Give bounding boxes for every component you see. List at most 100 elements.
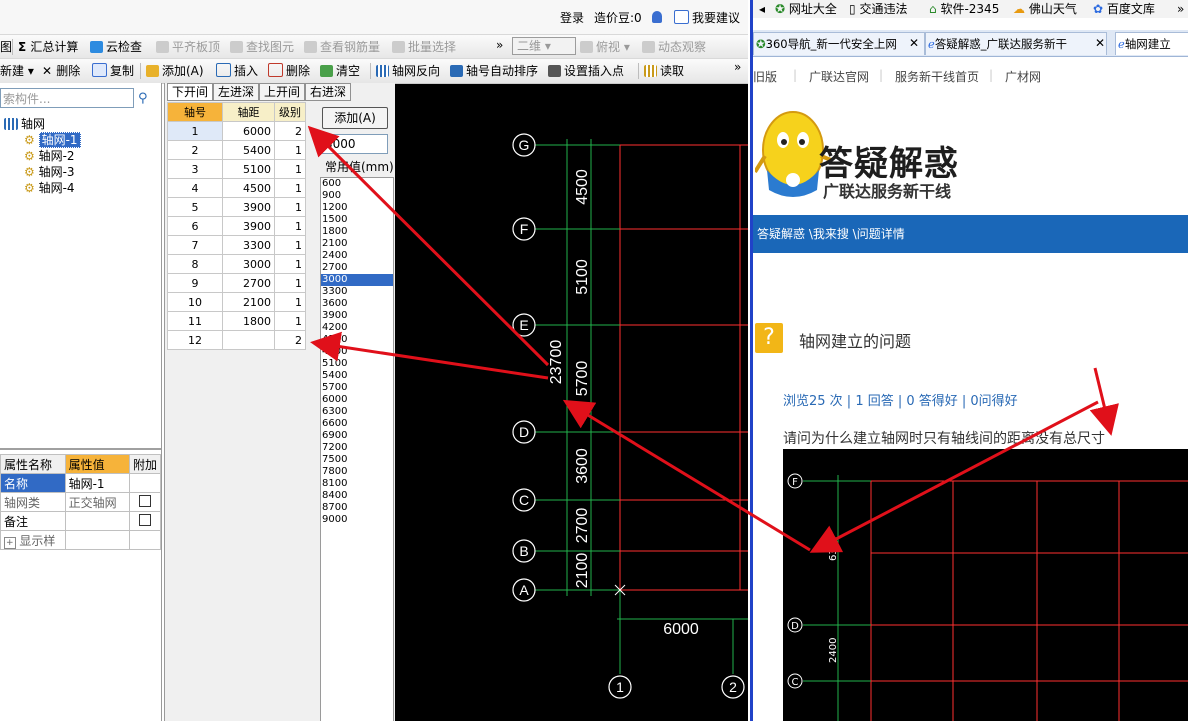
summary-calc-button[interactable]: Σ 汇总计算 [18, 39, 78, 55]
clear-button[interactable]: 清空 [320, 63, 360, 79]
axis-distance-cell[interactable]: 3300 [222, 235, 275, 255]
common-value-item[interactable]: 4200 [321, 322, 393, 334]
nav-link[interactable]: 广联达官网 [809, 68, 869, 85]
dynamic-view-button[interactable]: 动态观察 [642, 39, 706, 55]
axis-table-row[interactable]: 5 3900 1 [167, 197, 306, 217]
axis-no-cell[interactable]: 6 [167, 216, 223, 236]
expand-icon[interactable]: + [4, 536, 16, 549]
common-value-item[interactable]: 3600 [321, 298, 393, 310]
reverse-axis-button[interactable]: 轴网反向 [376, 63, 440, 79]
axis-distance-cell[interactable]: 2100 [222, 292, 275, 312]
tab-close-icon[interactable]: ✕ [909, 36, 919, 50]
tree-item[interactable]: ⚙ 轴网-1 [24, 132, 81, 148]
browser-tab[interactable]: ✪360导航_新一代安全上网 [753, 32, 925, 55]
axis-table-row[interactable]: 6 3900 1 [167, 216, 306, 236]
axis-distance-cell[interactable]: 5400 [222, 140, 275, 160]
common-value-item[interactable]: 6600 [321, 418, 393, 430]
spacing-value-input[interactable]: 3000 [322, 134, 388, 154]
property-value[interactable]: 轴网-1 [64, 473, 130, 493]
axis-table-row[interactable]: 11 1800 1 [167, 311, 306, 331]
axis-level-cell[interactable]: 2 [274, 121, 306, 141]
axis-no-cell[interactable]: 5 [167, 197, 223, 217]
login-link[interactable]: 登录 [560, 10, 584, 26]
bookmark[interactable]: ☁ 佛山天气 [1013, 0, 1077, 18]
question-stats[interactable]: 浏览25 次 | 1 回答 | 0 答得好 | 0问得好 [783, 390, 1018, 409]
common-value-item[interactable]: 7500 [321, 454, 393, 466]
axis-table-row[interactable]: 1 6000 2 [167, 121, 306, 141]
axis-table-row[interactable]: 7 3300 1 [167, 235, 306, 255]
axis-level-cell[interactable]: 1 [274, 292, 306, 312]
common-value-item[interactable]: 6300 [321, 406, 393, 418]
search-icon[interactable]: ⚲ [138, 91, 148, 106]
axis-distance-cell[interactable]: 1800 [222, 311, 275, 331]
axis-table-row[interactable]: 9 2700 1 [167, 273, 306, 293]
bookmark[interactable]: ✪ 网址大全 [775, 0, 837, 18]
common-value-item[interactable]: 1200 [321, 202, 393, 214]
axis-no-cell[interactable]: 1 [167, 121, 223, 141]
browser-tab-active[interactable]: ℯ轴网建立 [1115, 32, 1188, 55]
common-value-item[interactable]: 6900 [321, 430, 393, 442]
axis-no-cell[interactable]: 7 [167, 235, 223, 255]
bookmark-more-button[interactable]: » [1177, 0, 1184, 18]
common-values-list[interactable]: 600 900 1200 1500 1800 2100 2400 2700 3000 3300 36… [320, 177, 394, 721]
common-value-item[interactable]: 7200 [321, 442, 393, 454]
new-button[interactable]: 新建 ▾ [0, 63, 34, 79]
axis-distance-cell[interactable]: 2700 [222, 273, 275, 293]
axis-no-cell[interactable]: 3 [167, 159, 223, 179]
axis-level-cell[interactable]: 1 [274, 140, 306, 160]
flush-slab-button[interactable]: 平齐板顶 [156, 39, 220, 55]
tab-right-depth[interactable]: 右进深 [305, 83, 351, 101]
axis-level-cell[interactable]: 1 [274, 197, 306, 217]
axis-level-cell[interactable]: 1 [274, 311, 306, 331]
bookmark[interactable]: ✿ 百度文库 [1093, 0, 1155, 18]
axis-distance-cell[interactable]: 3900 [222, 197, 275, 217]
axis-level-cell[interactable]: 1 [274, 235, 306, 255]
axis-table-row[interactable]: 10 2100 1 [167, 292, 306, 312]
common-value-item[interactable]: 9000 [321, 514, 393, 526]
common-value-item[interactable]: 4800 [321, 346, 393, 358]
axis-level-cell[interactable]: 2 [274, 330, 306, 350]
common-value-item[interactable]: 900 [321, 190, 393, 202]
axis-distance-cell[interactable] [222, 330, 275, 350]
axis-table-row[interactable]: 4 4500 1 [167, 178, 306, 198]
bookmark[interactable]: ▯ 交通违法 [849, 0, 907, 18]
copy-button[interactable]: 复制 [92, 63, 134, 79]
common-value-item[interactable]: 1800 [321, 226, 393, 238]
common-value-item[interactable]: 5100 [321, 358, 393, 370]
common-value-item[interactable]: 600 [321, 178, 393, 190]
tab-left-depth[interactable]: 左进深 [213, 83, 259, 101]
axis-no-cell[interactable]: 10 [167, 292, 223, 312]
cloud-check-button[interactable]: 云检查 [90, 39, 142, 55]
axis-distance-cell[interactable]: 4500 [222, 178, 275, 198]
common-value-item[interactable]: 2100 [321, 238, 393, 250]
axis-distance-cell[interactable]: 3900 [222, 216, 275, 236]
axis-no-cell[interactable]: 12 [167, 330, 223, 350]
common-value-item[interactable]: 8100 [321, 478, 393, 490]
set-insert-point-button[interactable]: 设置插入点 [548, 63, 624, 79]
axis-no-cell[interactable]: 9 [167, 273, 223, 293]
nav-link[interactable]: 服务新干线首页 [895, 68, 979, 85]
tree-root[interactable]: 轴网 [4, 116, 45, 132]
tree-item[interactable]: ⚙ 轴网-4 [24, 180, 75, 196]
axis-table-row[interactable]: 2 5400 1 [167, 140, 306, 160]
view-rebar-button[interactable]: 查看钢筋量 [304, 39, 380, 55]
axis-no-cell[interactable]: 8 [167, 254, 223, 274]
axis-level-cell[interactable]: 1 [274, 159, 306, 179]
common-value-item[interactable]: 2400 [321, 250, 393, 262]
insert-button[interactable]: 插入 [216, 63, 258, 79]
axis-level-cell[interactable]: 1 [274, 216, 306, 236]
common-value-item[interactable]: 6000 [321, 394, 393, 406]
axis-no-cell[interactable]: 2 [167, 140, 223, 160]
common-value-item[interactable]: 2700 [321, 262, 393, 274]
common-value-item[interactable]: 4500 [321, 334, 393, 346]
common-value-item[interactable]: 8700 [321, 502, 393, 514]
batch-select-button[interactable]: 批量选择 [392, 39, 456, 55]
tab-bottom-bay[interactable]: 下开间 [167, 83, 213, 101]
overflow-chevron-icon[interactable]: » [496, 37, 503, 53]
tab-close-icon[interactable]: ✕ [1095, 36, 1105, 50]
nav-link[interactable]: 旧版 [753, 68, 777, 85]
overflow-chevron-icon[interactable]: » [734, 59, 741, 75]
add-axis-button[interactable]: 添加(A) [146, 63, 204, 79]
cad-drawing-canvas[interactable]: G F E D C B A 4500 5100 5700 3600 2700 2100 23700 6000… [395, 84, 748, 721]
axis-level-cell[interactable]: 1 [274, 273, 306, 293]
